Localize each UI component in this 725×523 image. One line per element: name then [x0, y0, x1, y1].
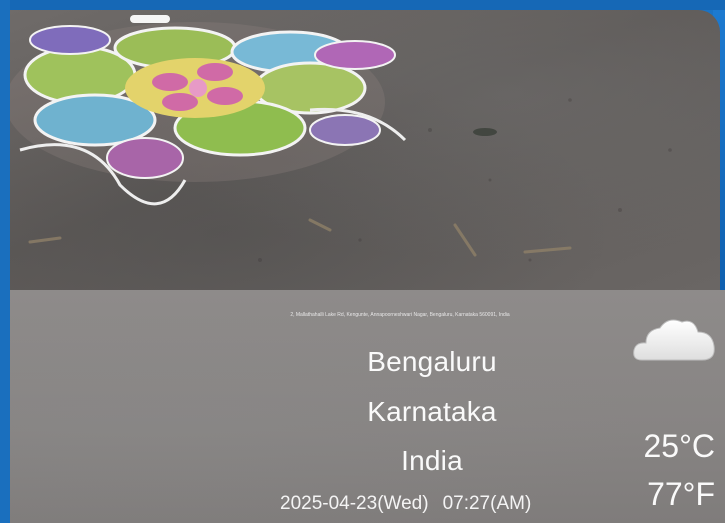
cloud-icon	[630, 310, 720, 370]
screen: 2, Mallathahalli Lake Rd, Kengunte, Anna…	[0, 0, 725, 523]
location-info-panel: 2, Mallathahalli Lake Rd, Kengunte, Anna…	[10, 290, 725, 523]
country-name: India	[401, 445, 463, 476]
left-frame-strip	[0, 0, 10, 523]
city-name: Bengaluru	[367, 346, 497, 377]
top-frame-bar	[0, 0, 725, 10]
time-text: 07:27(AM)	[442, 493, 532, 514]
state-name: Karnataka	[367, 396, 497, 427]
full-address: 2, Mallathahalli Lake Rd, Kengunte, Anna…	[290, 312, 510, 318]
temperature-celsius: 25°C	[643, 428, 716, 464]
date-time: 2025-04-23(Wed) 07:27(AM)	[280, 493, 531, 515]
date-text: 2025-04-23(Wed)	[280, 493, 429, 514]
rangoli-photo	[10, 10, 720, 290]
rangoli-image	[10, 15, 672, 262]
temperature-fahrenheit: 77°F	[647, 476, 715, 512]
